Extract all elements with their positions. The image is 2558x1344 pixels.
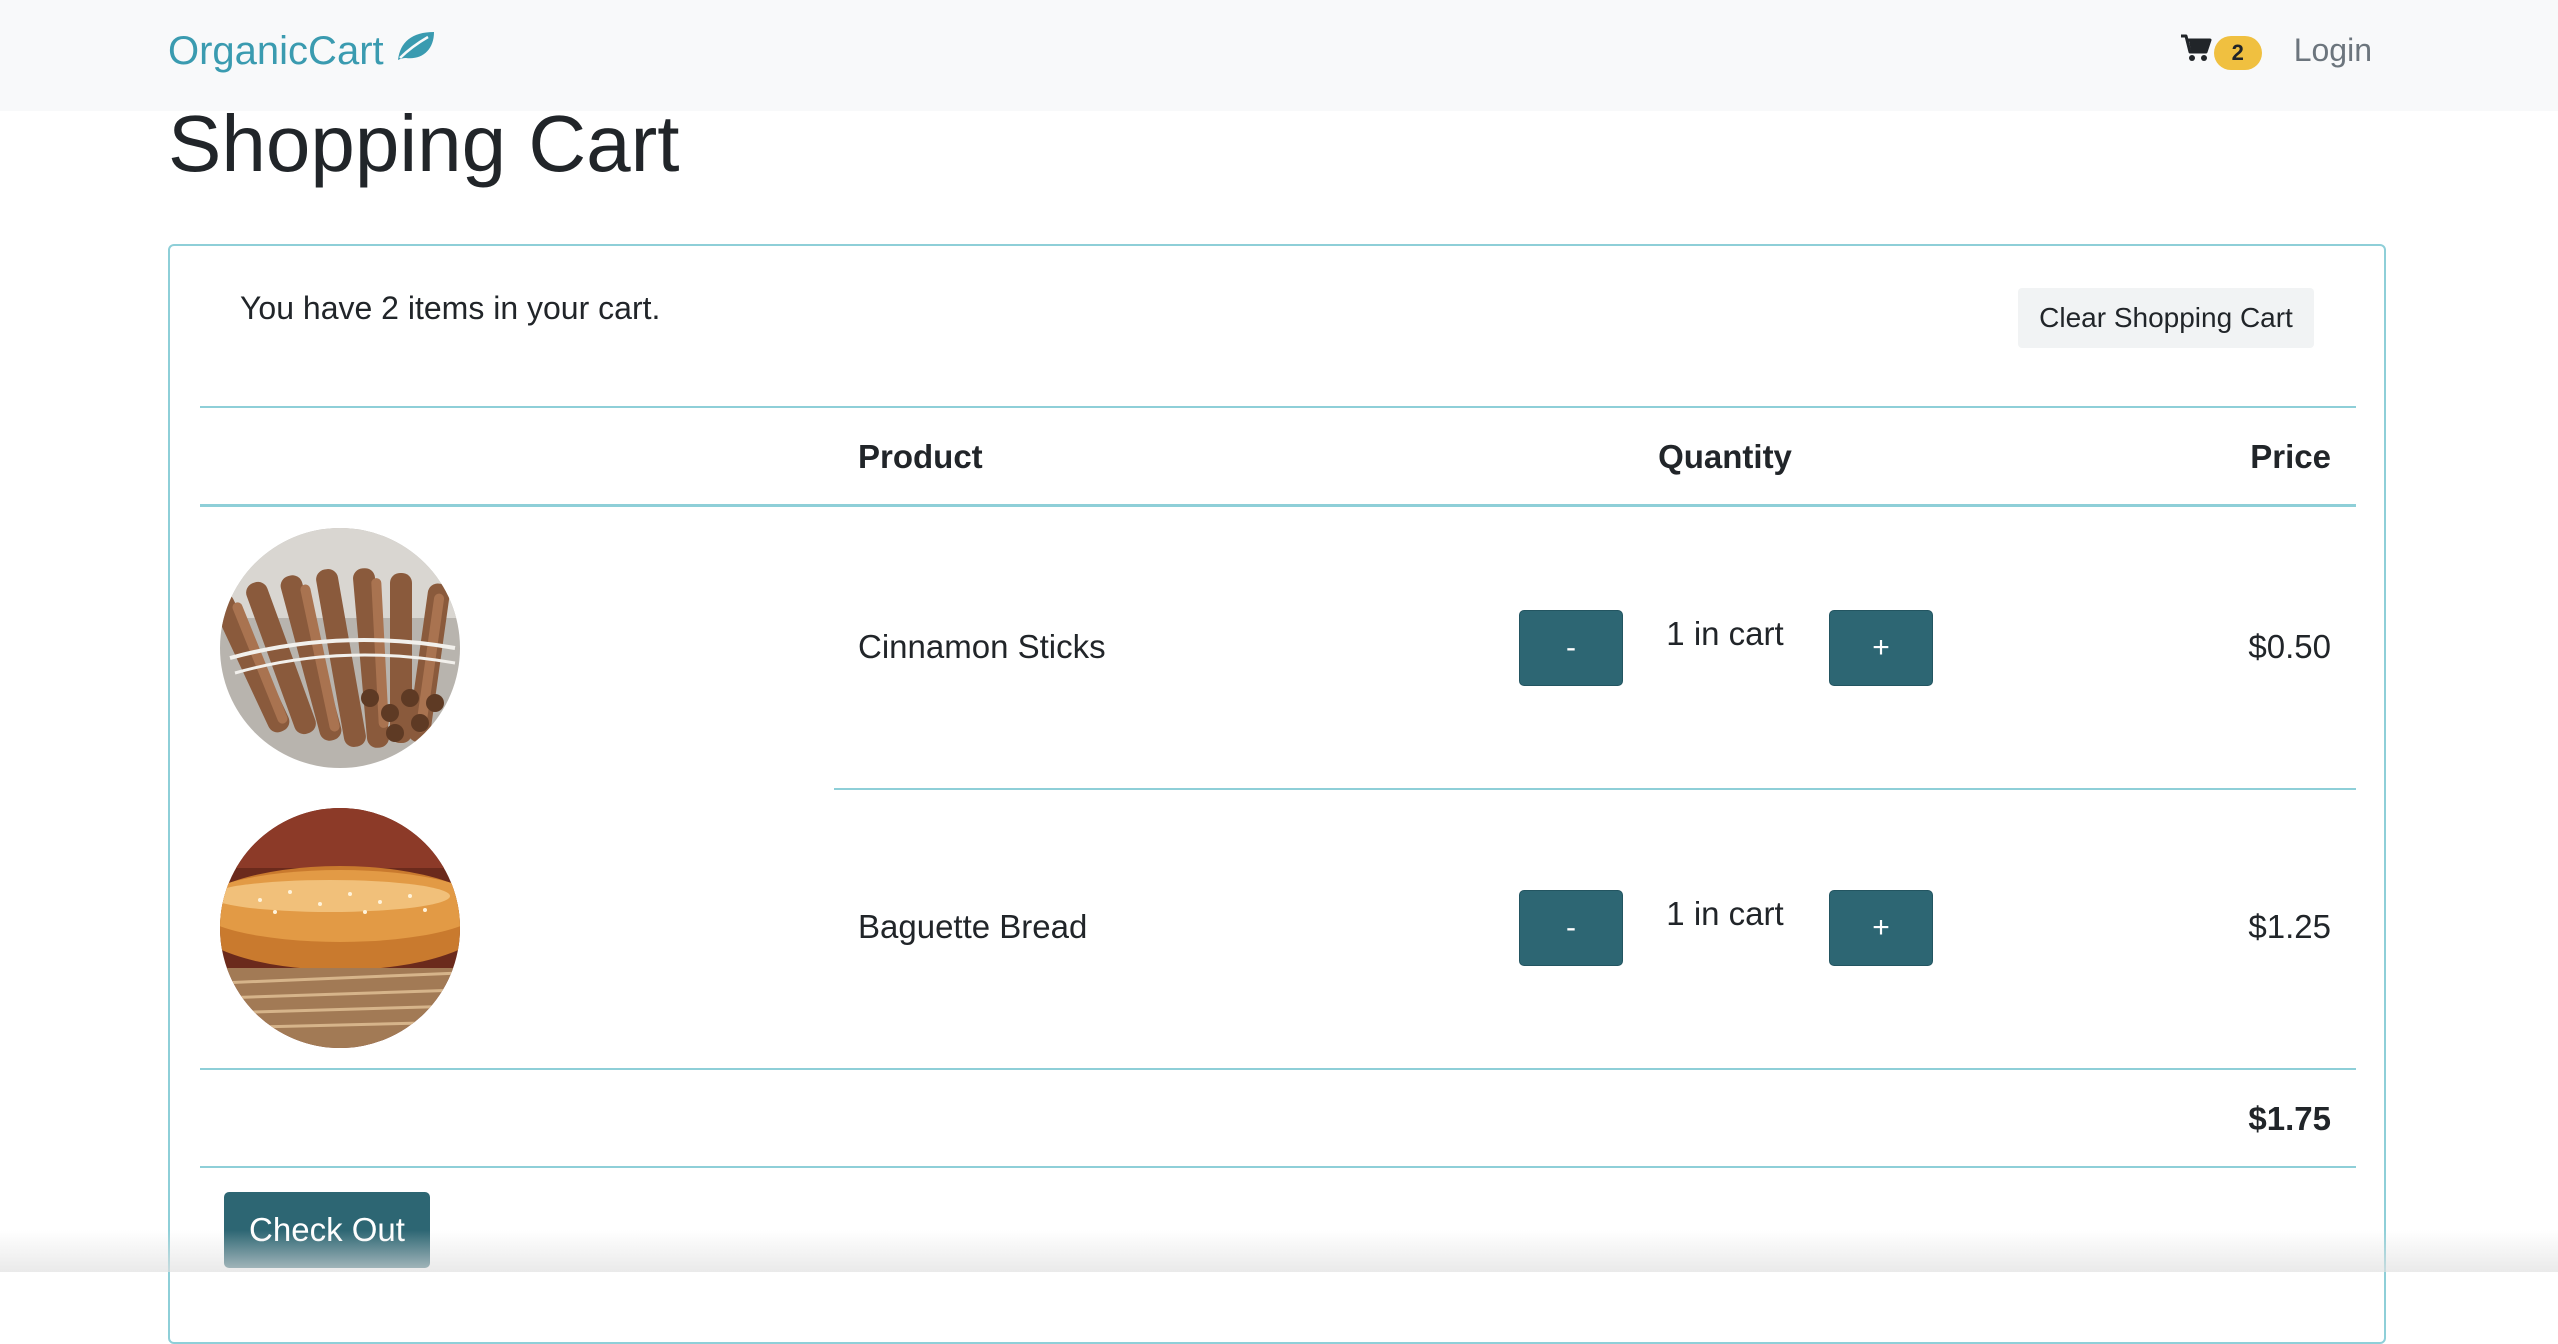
increment-quantity-button[interactable]: + — [1829, 890, 1933, 966]
total-top-divider — [200, 1068, 2356, 1070]
increment-quantity-button[interactable]: + — [1829, 610, 1933, 686]
product-name-cinnamon: Cinnamon Sticks — [858, 628, 1106, 665]
table-header-divider — [200, 504, 2356, 507]
quantity-text: 1 in cart — [1666, 895, 1784, 932]
cart-link[interactable]: 2 — [2180, 30, 2262, 70]
baguette-bread-photo — [220, 808, 460, 1048]
leaf-icon — [394, 28, 438, 74]
product-image-cinnamon — [220, 528, 460, 768]
checkout-button[interactable]: Check Out — [224, 1192, 430, 1268]
product-name-baguette: Baguette Bread — [858, 908, 1088, 945]
decrement-quantity-button[interactable]: - — [1519, 610, 1623, 686]
decrement-quantity-button[interactable]: - — [1519, 890, 1623, 966]
column-header-quantity: Quantity — [1658, 438, 1792, 475]
shopping-cart-icon — [2180, 33, 2212, 68]
cinnamon-sticks-photo — [220, 528, 460, 768]
column-header-product: Product — [858, 438, 983, 475]
brand-link[interactable]: OrganicCart — [168, 28, 438, 74]
quantity-text: 1 in cart — [1666, 615, 1784, 652]
cart-card — [168, 244, 2386, 1344]
table-top-divider — [200, 406, 2356, 408]
product-image-baguette — [220, 808, 460, 1048]
cart-item-count-text: You have 2 items in your cart. — [240, 290, 661, 326]
cart-count-badge: 2 — [2213, 36, 2262, 70]
column-header-price: Price — [2250, 438, 2331, 475]
login-link[interactable]: Login — [2294, 32, 2372, 69]
page-title: Shopping Cart — [168, 99, 680, 188]
total-bottom-divider — [200, 1166, 2356, 1168]
cart-total: $1.75 — [2248, 1100, 2331, 1137]
navbar: OrganicCart 2 Login — [0, 0, 2558, 111]
product-price: $1.25 — [2248, 908, 2331, 945]
row-divider — [834, 788, 2356, 790]
clear-cart-button[interactable]: Clear Shopping Cart — [2018, 288, 2314, 348]
product-price: $0.50 — [2248, 628, 2331, 665]
brand-name: OrganicCart — [168, 28, 384, 73]
